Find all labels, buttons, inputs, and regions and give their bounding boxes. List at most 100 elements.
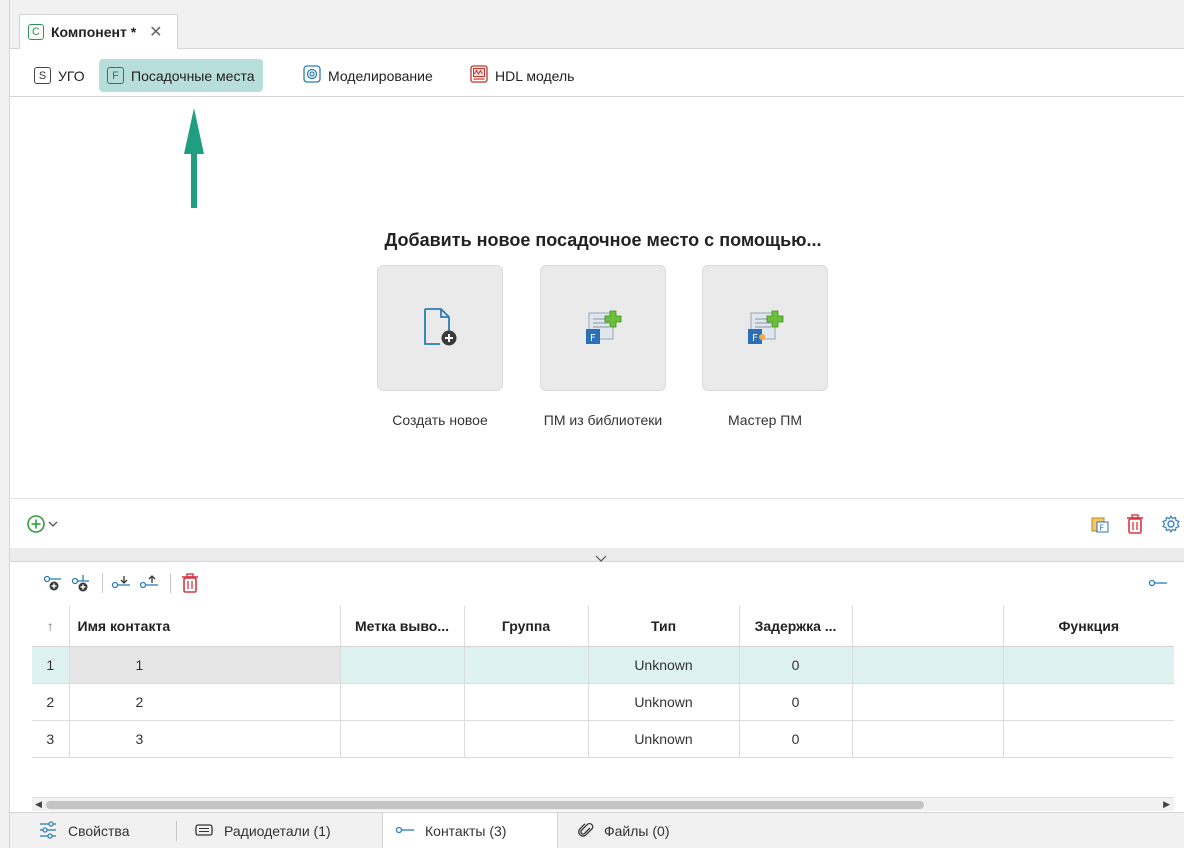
tab-ugo-label: УГО (58, 67, 85, 84)
row-number: 3 (32, 720, 70, 758)
tab-divider (176, 821, 177, 841)
footprint-icon: F (107, 67, 124, 84)
view-tabs: S УГО F Посадочные места Моделирование H… (10, 49, 1184, 97)
table-row[interactable]: 2 2 Unknown 0 (32, 683, 1174, 721)
footprint-wizard-label: Мастер ПМ (727, 412, 803, 428)
svg-text:F: F (1100, 524, 1105, 533)
footprint-library-icon[interactable]: F (1089, 513, 1111, 535)
type-cell[interactable]: Unknown (588, 646, 740, 684)
bottom-panel-tabs: Свойства Радиодетали (1) Контакты (3) Фа… (10, 812, 1184, 848)
blank-cell[interactable] (852, 683, 1004, 721)
tab-pins-label: Контакты (3) (425, 823, 507, 839)
pin-label-cell[interactable] (340, 683, 465, 721)
toolbar-divider (170, 573, 171, 593)
tab-properties[interactable]: Свойства (26, 813, 141, 848)
document-tab[interactable]: C Компонент * ✕ (19, 14, 178, 49)
horizontal-scrollbar[interactable]: ◀ ▶ (32, 797, 1174, 811)
column-header-pin-name[interactable]: Имя контакта (69, 606, 341, 647)
tab-ugo[interactable]: S УГО (26, 59, 93, 92)
document-tab-title: Компонент * (51, 24, 137, 40)
move-pin-up-icon[interactable] (139, 572, 161, 594)
function-cell[interactable] (1003, 720, 1174, 758)
footprint-wizard-card[interactable]: F (702, 265, 828, 391)
paperclip-icon (578, 821, 594, 842)
group-cell[interactable] (464, 646, 589, 684)
column-header-delay[interactable]: Задержка ... (739, 606, 853, 647)
create-new-card[interactable] (377, 265, 503, 391)
column-header-pin-label[interactable]: Метка выво... (340, 606, 465, 647)
settings-gear-icon[interactable] (1160, 513, 1182, 535)
scroll-right-icon[interactable]: ▶ (1163, 799, 1170, 810)
add-pin-icon[interactable] (43, 572, 65, 594)
row-number: 2 (32, 683, 70, 721)
delay-cell[interactable]: 0 (739, 683, 853, 721)
close-icon[interactable]: ✕ (149, 22, 162, 42)
table-row[interactable]: 3 3 Unknown 0 (32, 720, 1174, 758)
tab-pins[interactable]: Контакты (3) (382, 813, 558, 848)
tab-hdl-model[interactable]: HDL модель (462, 59, 582, 92)
svg-text:F: F (590, 333, 596, 344)
tab-components-label: Радиодетали (1) (224, 823, 331, 839)
add-circle-icon[interactable] (25, 513, 47, 535)
svg-text:F: F (752, 333, 758, 344)
create-new-label: Создать новое (392, 412, 488, 428)
hdl-model-icon (470, 65, 488, 86)
document-tab-bar: C Компонент * ✕ (10, 0, 1184, 49)
tab-footprints[interactable]: F Посадочные места (99, 59, 263, 92)
component-icon: C (28, 24, 44, 40)
chevron-down-icon[interactable] (46, 513, 60, 535)
new-file-icon (422, 307, 458, 350)
footprint-wizard-icon: F (745, 307, 785, 350)
pin-name-cell[interactable]: 2 (69, 683, 341, 721)
left-rail (0, 0, 10, 848)
pin-name-cell[interactable]: 3 (69, 720, 341, 758)
column-header-blank[interactable] (852, 606, 1004, 647)
tab-simulation[interactable]: Моделирование (295, 59, 441, 92)
sort-indicator-icon[interactable]: ↑ (32, 606, 70, 647)
schematic-icon: S (34, 67, 51, 84)
pin-connector-icon (395, 823, 415, 839)
table-header-row: ↑ Имя контакта Метка выво... Группа Тип … (32, 606, 1174, 647)
library-footprint-card[interactable]: F (540, 265, 666, 391)
delay-cell[interactable]: 0 (739, 720, 853, 758)
delay-cell[interactable]: 0 (739, 646, 853, 684)
panel-splitter[interactable] (10, 548, 1184, 562)
scrollbar-thumb[interactable] (46, 801, 924, 809)
pin-label-cell[interactable] (340, 646, 465, 684)
chip-icon (194, 822, 214, 841)
tab-files-label: Файлы (0) (604, 823, 670, 839)
pin-connector-icon[interactable] (1147, 572, 1169, 594)
column-header-type[interactable]: Тип (588, 606, 740, 647)
group-cell[interactable] (464, 683, 589, 721)
pin-name-cell[interactable]: 1 (69, 646, 341, 684)
delete-pin-icon[interactable] (179, 572, 201, 594)
toolbar-divider (102, 573, 103, 593)
delete-icon[interactable] (1124, 513, 1146, 535)
pins-toolbar (10, 563, 1184, 601)
tab-files[interactable]: Файлы (0) (566, 813, 681, 848)
table-row[interactable]: 1 1 Unknown 0 (32, 646, 1174, 684)
footprints-toolbar: F (10, 498, 1184, 548)
move-pin-down-icon[interactable] (111, 572, 133, 594)
tab-components[interactable]: Радиодетали (1) (182, 813, 343, 848)
group-cell[interactable] (464, 720, 589, 758)
row-number: 1 (32, 646, 70, 684)
add-pin-branch-icon[interactable] (71, 572, 93, 594)
blank-cell[interactable] (852, 646, 1004, 684)
tab-properties-label: Свойства (68, 823, 130, 839)
tab-simulation-label: Моделирование (328, 67, 433, 84)
pins-table: ↑ Имя контакта Метка выво... Группа Тип … (32, 606, 1174, 758)
type-cell[interactable]: Unknown (588, 683, 740, 721)
library-footprint-label: ПМ из библиотеки (543, 412, 663, 428)
column-header-group[interactable]: Группа (464, 606, 589, 647)
blank-cell[interactable] (852, 720, 1004, 758)
properties-sliders-icon (38, 820, 58, 842)
scroll-left-icon[interactable]: ◀ (35, 799, 42, 810)
pin-label-cell[interactable] (340, 720, 465, 758)
tab-footprints-label: Посадочные места (131, 67, 255, 84)
simulation-icon (303, 65, 321, 86)
function-cell[interactable] (1003, 683, 1174, 721)
type-cell[interactable]: Unknown (588, 720, 740, 758)
function-cell[interactable] (1003, 646, 1174, 684)
column-header-function[interactable]: Функция (1003, 606, 1174, 647)
